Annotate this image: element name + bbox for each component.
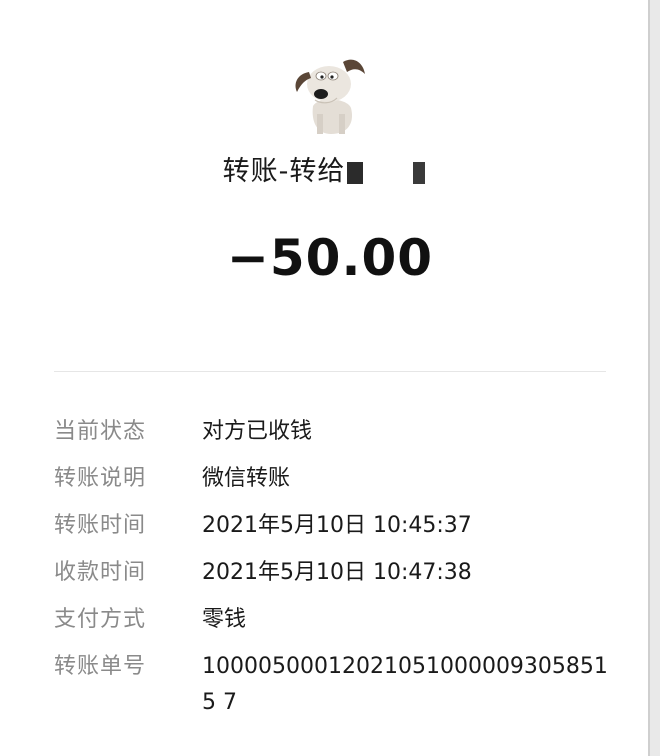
divider [54, 371, 606, 372]
transfer-title: 转账-转给 [0, 152, 648, 192]
detail-value: 零钱 [202, 607, 247, 632]
dog-avatar-icon [291, 52, 369, 134]
detail-label: 当前状态 [54, 419, 147, 444]
transfer-title-text: 转账-转给 [222, 156, 346, 187]
detail-value: 2021年5月10日 10:45:37 [202, 513, 472, 538]
redacted-name-block [347, 162, 364, 184]
transfer-amount: −50.00 [226, 229, 434, 287]
detail-value: 对方已收钱 [202, 419, 313, 444]
redacted-name-block [413, 162, 426, 184]
detail-label: 转账说明 [54, 466, 147, 491]
detail-value: 微信转账 [202, 466, 291, 491]
right-scrollbar[interactable] [650, 0, 660, 756]
detail-label: 支付方式 [54, 607, 147, 632]
avatar[interactable] [291, 52, 369, 134]
detail-label: 收款时间 [54, 560, 147, 585]
detail-label: 转账单号 [54, 654, 147, 679]
transaction-id-value[interactable]: 100005000120210510000093058515 7 [202, 649, 614, 721]
detail-label: 转账时间 [54, 513, 147, 538]
detail-value: 2021年5月10日 10:47:38 [202, 560, 472, 585]
